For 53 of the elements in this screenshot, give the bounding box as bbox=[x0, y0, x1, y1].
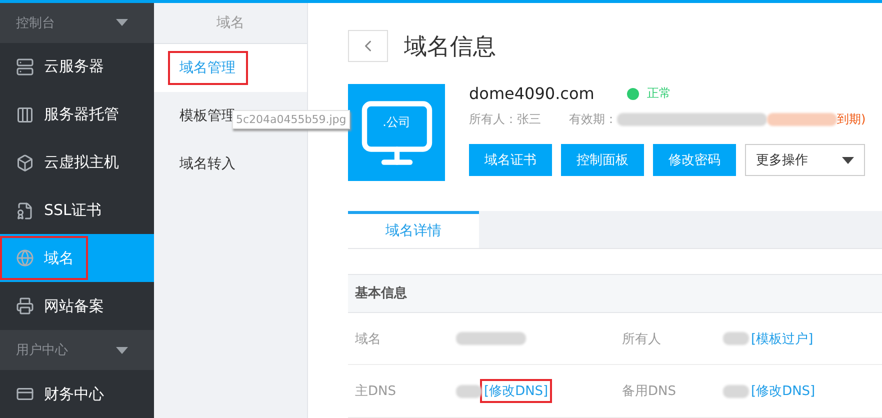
action-button[interactable]: 修改密码 bbox=[653, 144, 736, 176]
expiry-text: 到期) bbox=[837, 111, 866, 128]
sidebar-label: 云虚拟主机 bbox=[44, 153, 119, 172]
sidebar-label: SSL证书 bbox=[44, 201, 102, 220]
back-button[interactable] bbox=[348, 30, 388, 62]
expiry-label: 有效期： bbox=[569, 111, 617, 128]
sidebar-item[interactable]: 网站备案 bbox=[0, 282, 154, 330]
sidebar-section-header[interactable]: 控制台 bbox=[0, 3, 154, 43]
subnav-item[interactable]: 域名管理 bbox=[168, 51, 248, 85]
field-label: 域名 bbox=[355, 330, 382, 348]
action-button[interactable]: 域名证书 bbox=[469, 144, 552, 176]
blurred-value bbox=[456, 384, 482, 398]
field-label: 备用DNS bbox=[622, 383, 677, 400]
field-label: 所有人 bbox=[622, 330, 662, 348]
blurred-value bbox=[723, 384, 749, 398]
sidebar-label: 财务中心 bbox=[44, 384, 104, 404]
status-text: 正常 bbox=[647, 85, 671, 102]
tab[interactable]: 域名详情 bbox=[348, 211, 479, 248]
more-dropdown[interactable]: 更多操作 bbox=[745, 144, 865, 176]
sidebar-item[interactable]: SSL证书 bbox=[0, 186, 154, 234]
section-title: 用户中心 bbox=[16, 342, 68, 360]
owner-text: 所有人：张三 bbox=[469, 111, 541, 128]
sidebar-label: 服务器托管 bbox=[44, 105, 119, 124]
server-icon bbox=[16, 58, 34, 76]
sidebar-item[interactable]: 财务中心 bbox=[0, 370, 154, 418]
subnav-item[interactable]: 域名转入 bbox=[168, 147, 248, 181]
sidebar-item[interactable]: 服务器托管 bbox=[0, 90, 154, 139]
section-header: 基本信息 bbox=[348, 274, 882, 313]
box-icon bbox=[16, 154, 34, 172]
columns-icon bbox=[16, 106, 34, 124]
field-label: 主DNS bbox=[355, 383, 397, 400]
tooltip: 5c204a0455b59.jpg bbox=[232, 110, 350, 129]
sidebar-section-header[interactable]: 用户中心 bbox=[0, 330, 154, 370]
action-button[interactable]: 控制面板 bbox=[561, 144, 644, 176]
sidebar-item[interactable]: 云服务器 bbox=[0, 42, 154, 91]
sidebar-item[interactable]: 域名 bbox=[0, 234, 154, 282]
edit-link[interactable]: [修改DNS] bbox=[482, 381, 550, 402]
page-title: 域名信息 bbox=[404, 32, 496, 62]
blurred-value bbox=[723, 332, 749, 346]
file-badge-icon bbox=[16, 202, 34, 220]
section-title: 控制台 bbox=[16, 14, 55, 32]
domain-name: dome4090.com bbox=[469, 84, 596, 103]
edit-link[interactable]: [修改DNS] bbox=[749, 381, 818, 402]
blurred-value bbox=[456, 332, 526, 346]
sidebar-label: 云服务器 bbox=[44, 57, 104, 76]
sidebar-label: 域名 bbox=[44, 248, 74, 268]
sidebar-item[interactable]: 云虚拟主机 bbox=[0, 138, 154, 187]
caret-icon bbox=[842, 156, 854, 164]
globe-icon bbox=[16, 249, 34, 268]
logo-text: .公司 bbox=[382, 114, 410, 131]
sidebar-label: 网站备案 bbox=[44, 296, 104, 316]
printer-icon bbox=[16, 297, 34, 316]
edit-link[interactable]: [模板过户] bbox=[749, 328, 816, 349]
